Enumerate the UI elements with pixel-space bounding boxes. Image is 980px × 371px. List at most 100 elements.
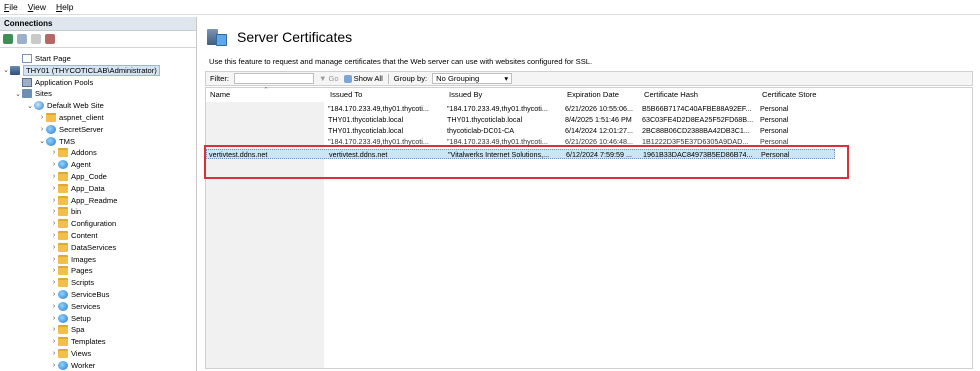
menu-file[interactable]: File [4,2,18,12]
table-row[interactable]: "184.170.233.49,thy01.thycoti... "184.170… [206,137,846,147]
tree-node-label: Images [71,254,96,264]
tree-node[interactable]: › Addons [50,147,97,158]
chevron-right-icon[interactable]: › [50,173,58,180]
chevron-right-icon[interactable]: › [50,267,58,274]
column-expiration-date[interactable]: Expiration Date [567,90,619,99]
chevron-right-icon[interactable]: › [38,126,46,133]
tree-node[interactable]: › bin [50,206,81,217]
tree-node[interactable]: ⌄ Default Web Site [26,100,104,111]
tree-node-label: Setup [71,313,91,323]
tree-node-label: Spa [71,325,85,335]
filter-label: Filter: [210,74,229,83]
tree-node[interactable]: › Content [50,230,98,241]
chevron-right-icon[interactable]: › [50,303,58,310]
column-certificate-store[interactable]: Certificate Store [762,90,816,99]
tree-node[interactable]: › SecretServer [38,124,103,135]
cell-certificate-hash: 1961B33DAC84973B5ED86B74... [643,150,753,159]
tree-node-label: Views [71,349,92,358]
certificates-list: Name ⌃ Issued To Issued By Expiration Da… [205,87,973,369]
chevron-right-icon[interactable]: › [50,315,58,322]
chevron-right-icon[interactable]: › [50,161,58,168]
tree-node[interactable]: › Agent [50,159,91,170]
chevron-right-icon[interactable]: › [50,149,58,156]
tree-node[interactable]: › App_Data [50,183,105,194]
chevron-down-icon[interactable]: ⌄ [38,137,46,145]
tree-node[interactable]: › Spa [50,324,85,335]
tree-node[interactable]: › Images [50,254,96,265]
filter-input[interactable] [233,73,314,84]
chevron-right-icon[interactable]: › [50,256,58,263]
tree-node[interactable]: › Worker [50,360,95,371]
chevron-down-icon[interactable]: ⌄ [2,66,10,74]
up-icon[interactable] [31,34,41,44]
chevron-right-icon[interactable]: › [50,244,58,251]
tree-node[interactable]: › ServiceBus [50,289,109,300]
cell-certificate-store: Personal [760,115,789,124]
chevron-right-icon[interactable]: › [50,220,58,227]
tree-node[interactable]: Application Pools [14,77,93,88]
folder-icon [58,183,68,193]
menu-view[interactable]: View [28,2,46,12]
tree-node[interactable]: › App_Readme [50,195,117,206]
tree-node[interactable]: › DataServices [50,242,116,253]
chevron-right-icon[interactable]: › [50,197,58,204]
chevron-down-icon[interactable]: ⌄ [14,90,22,98]
column-name[interactable]: Name [210,90,230,99]
cell-issued-to: "184.170.233.49,thy01.thycoti... [328,104,429,113]
tree-node[interactable]: › App_Code [50,171,107,182]
tree-node[interactable]: ⌄ TMS [38,136,75,147]
column-issued-to[interactable]: Issued To [330,90,362,99]
chevron-right-icon[interactable]: › [50,326,58,333]
group-by-select[interactable]: No Grouping ▾ [432,73,513,84]
tree-node[interactable]: › Setup [50,313,91,324]
group-by-label: Group by: [393,74,428,83]
cell-issued-by: THY01.thycoticlab.local [447,115,523,124]
tree-node[interactable]: › Views [50,348,91,359]
application-icon [58,301,68,311]
chevron-right-icon[interactable]: › [50,185,58,192]
connect-icon[interactable] [3,34,13,44]
tree-node-label: ServiceBus [71,290,110,299]
cell-issued-by: "Vitalwerks Internet Solutions,... [448,150,550,159]
tree-node[interactable]: ⌄ Sites [14,88,52,99]
menu-help[interactable]: Help [56,2,73,12]
chevron-right-icon[interactable]: › [50,291,58,298]
group-by-value: No Grouping [436,74,480,83]
table-row[interactable]: THY01.thycoticlab.local THY01.thycoticlab… [206,115,846,125]
cell-certificate-hash: 2BC88B06CD2388BA42DB3C1... [642,126,750,135]
column-issued-by[interactable]: Issued By [449,90,482,99]
show-all-button[interactable]: Show All [343,74,383,83]
table-row[interactable]: THY01.thycoticlab.local thycoticlab-DC01-… [206,126,846,136]
tree-node[interactable]: › Scripts [50,277,94,288]
chevron-down-icon[interactable]: ⌄ [26,102,34,110]
folder-icon [46,113,56,122]
tree-node[interactable]: › Pages [50,265,93,276]
folder-icon [58,195,68,205]
tree-node[interactable]: Start Page [14,53,71,64]
column-certificate-hash[interactable]: Certificate Hash [644,90,698,99]
folder-icon [58,254,68,264]
tree-node[interactable]: ⌄ THY01 (THYCOTICLAB\Administrator) [2,64,160,76]
folder-icon [58,219,68,229]
tree-node-label: Worker [71,360,96,370]
chevron-right-icon[interactable]: › [50,350,58,357]
table-row[interactable]: "184.170.233.49,thy01.thycoti... "184.170… [206,104,846,114]
disconnect-icon[interactable] [45,34,55,44]
chevron-right-icon[interactable]: › [50,338,58,345]
table-row[interactable]: vertivtest.ddns.net vertivtest.ddns.net "V… [206,149,835,159]
tree-node[interactable]: › Services [50,301,100,312]
save-icon[interactable] [17,34,27,44]
chevron-right-icon[interactable]: › [50,279,58,286]
folder-icon [58,266,68,276]
chevron-right-icon[interactable]: › [50,362,58,369]
chevron-right-icon[interactable]: › [50,232,58,239]
chevron-right-icon[interactable]: › [50,208,58,215]
go-button[interactable]: ▼ Go [319,74,339,83]
cell-issued-to: "184.170.233.49,thy01.thycoti... [328,137,429,146]
tree-node[interactable]: › Templates [50,336,106,347]
tree-node[interactable]: › Configuration [50,218,116,229]
tree-node-label: aspnet_client [59,113,104,122]
tree-node[interactable]: › aspnet_client [38,112,104,123]
chevron-right-icon[interactable]: › [38,114,46,121]
tree-node-label: THY01 (THYCOTICLAB\Administrator) [23,64,160,76]
